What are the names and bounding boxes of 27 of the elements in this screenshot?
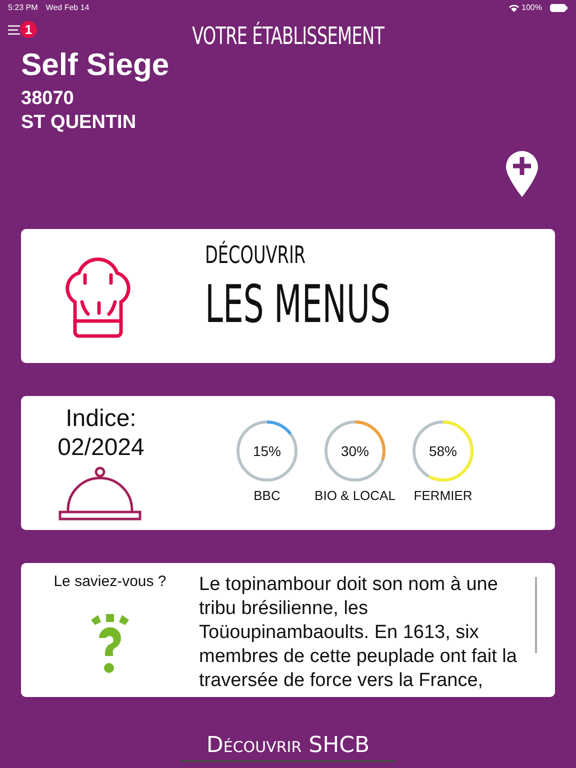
- battery-icon: [550, 4, 568, 12]
- fact-text: Le topinambour doit son nom à une tribu brésilienne, les Toüoupinambaoults. En 1613, six membres de cette peuplade ont fait la traversée de force vers la France,: [199, 573, 518, 693]
- index-period: 02/2024: [58, 433, 144, 462]
- fact-title: Le saviez-vous ?: [54, 573, 166, 590]
- battery-percent: 100%: [522, 3, 542, 12]
- percent-value: 58%: [428, 443, 458, 459]
- meter-label: BBC: [254, 488, 280, 503]
- menu-button[interactable]: 1: [6, 19, 40, 41]
- discover-label: DÉCOUVRIR: [205, 241, 307, 269]
- add-location-button[interactable]: [506, 151, 538, 197]
- establishment-name: Self Siege: [20, 47, 170, 83]
- status-time: 5:23 PM: [8, 3, 38, 12]
- percent-value: 15%: [252, 443, 282, 459]
- menus-card[interactable]: DÉCOUVRIR LES MENUS: [21, 229, 555, 363]
- meter-label: FERMIER: [414, 488, 472, 503]
- postcode: 38070: [20, 87, 75, 111]
- index-label: Indice:: [66, 404, 136, 433]
- wifi-icon: [508, 4, 519, 12]
- status-date: Wed Feb 14: [46, 3, 90, 12]
- meter-label: BIO & LOCAL: [314, 488, 396, 503]
- question-mark-icon: [89, 614, 131, 676]
- city: ST QUENTIN: [20, 111, 138, 135]
- menu-icon: [8, 25, 22, 37]
- percent-value: 30%: [340, 443, 370, 459]
- discover-link[interactable]: Découvrir SHCB: [180, 733, 396, 762]
- menus-title: LES MENUS: [205, 275, 390, 335]
- page-title: VOTRE ÉTABLISSEMENT: [192, 22, 384, 50]
